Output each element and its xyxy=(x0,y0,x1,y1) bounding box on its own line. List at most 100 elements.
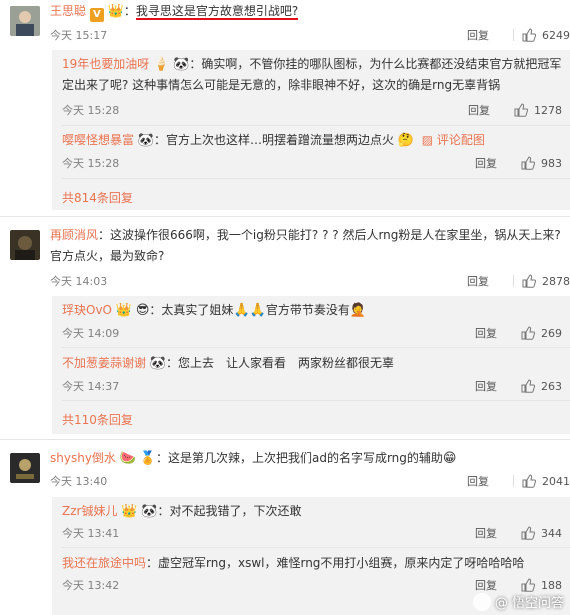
grin-emoji-icon: 😁 xyxy=(442,451,457,466)
view-pic-label: 评论配图 xyxy=(436,133,485,147)
vip-icon: 👑 xyxy=(107,4,124,19)
reply-time: 今天 14:37 xyxy=(62,380,120,393)
reply-username[interactable]: 19年也要加油呀 xyxy=(62,57,149,71)
like-button[interactable]: 188 xyxy=(521,578,562,592)
like-button[interactable]: 263 xyxy=(521,379,562,393)
reply-item: Zzr铖妹儿 👑 🐼：对不起我错了，下次还敢 今天 13:41 回复 344 xyxy=(62,504,562,540)
like-button[interactable]: 269 xyxy=(521,326,562,340)
reply-text: 虚空冠军rng，xswl，难怪rng不用打小组赛，原来内定了呀哈哈哈哈 xyxy=(158,556,525,570)
reply-time: 今天 13:42 xyxy=(62,579,120,592)
comment-body: 再顾消风：这波操作很666啊，我一个ig粉只能打? ? ? 然后人rng粉是人在… xyxy=(50,228,561,263)
reply-actions: 回复 188 xyxy=(475,577,562,593)
like-count: 344 xyxy=(541,526,562,540)
panda-emoji-icon: 🐼 xyxy=(137,133,155,148)
divider xyxy=(62,347,570,348)
watermark-text: @ 悟空问答 xyxy=(494,596,564,611)
reply-time: 今天 15:28 xyxy=(62,157,120,170)
facepalm-emoji-icon: 🤦 xyxy=(349,303,367,318)
like-button[interactable]: 2878 xyxy=(522,274,570,288)
comment-username[interactable]: 再顾消风 xyxy=(50,228,98,242)
like-count: 983 xyxy=(541,156,562,170)
divider xyxy=(62,178,570,179)
more-replies-link[interactable]: 共814条回复 xyxy=(62,189,133,206)
reply-button[interactable]: 回复 xyxy=(475,325,521,341)
reply-button[interactable]: 回复 xyxy=(467,473,513,489)
reply-button[interactable]: 回复 xyxy=(467,273,513,289)
sunglasses-emoji-icon: 😎 xyxy=(135,303,150,318)
divider xyxy=(62,400,570,401)
thumbs-up-icon xyxy=(521,156,535,170)
like-count: 188 xyxy=(541,578,562,592)
thumbs-up-icon xyxy=(522,274,536,288)
reply-text: 您上去 让人家看看 两家粉丝都很无辜 xyxy=(178,356,395,370)
thinking-emoji-icon: 🤔 xyxy=(397,133,415,148)
comment-username[interactable]: shyshy倒水 xyxy=(50,451,116,465)
divider xyxy=(62,125,570,126)
reply-username[interactable]: Zzr铖妹儿 xyxy=(62,504,117,518)
avatar[interactable] xyxy=(10,453,40,483)
avatar[interactable] xyxy=(10,230,40,260)
reply-button[interactable]: 回复 xyxy=(475,155,521,171)
avatar[interactable] xyxy=(10,6,40,36)
reply-button[interactable]: 回复 xyxy=(475,577,521,593)
divider xyxy=(513,275,514,287)
comment-actions: 回复 2041 xyxy=(467,473,570,489)
reply-item: 不加葱姜蒜谢谢 🐼：您上去 让人家看看 两家粉丝都很无辜 今天 14:37 回复… xyxy=(62,356,562,393)
reply-button[interactable]: 回复 xyxy=(468,102,514,118)
reply-username[interactable]: 嘤嘤怪想暴富 xyxy=(62,133,134,147)
comment-actions: 回复 2878 xyxy=(467,273,570,289)
reply-item: 我还在旅途中吗：虚空冠军rng，xswl，难怪rng不用打小组赛，原来内定了呀哈… xyxy=(62,556,562,592)
thumbs-up-icon xyxy=(521,379,535,393)
divider xyxy=(513,29,514,41)
vip-icon: 👑 xyxy=(115,303,133,318)
reply-text: 官方带节奏没有 xyxy=(265,303,350,317)
reply-username[interactable]: 不加葱姜蒜谢谢 xyxy=(62,356,146,370)
reply-time: 今天 14:09 xyxy=(62,327,120,340)
more-replies-link[interactable]: 共110条回复 xyxy=(62,411,133,428)
like-count: 1278 xyxy=(534,103,562,117)
like-button[interactable]: 983 xyxy=(521,156,562,170)
medal-icon: 🏅 xyxy=(139,451,156,466)
vip-icon: 👑 xyxy=(121,504,138,519)
reply-item: 19年也要加油呀 🍦 🐼：确实啊，不管你挂的哪队图标，为什么比赛都还没结束官方就… xyxy=(62,57,562,117)
image-icon: ▨ xyxy=(421,133,434,147)
wukong-logo-icon xyxy=(472,592,491,611)
comment-body: shyshy倒水 🍉 🏅：这是第几次辣，上次把我们ad的名字写成rng的辅助😁 xyxy=(50,451,457,466)
comment-actions: 回复 6249 xyxy=(467,27,570,43)
comment-username[interactable]: 王思聪 xyxy=(50,4,86,18)
pray-emoji-icon: 🙏🙏 xyxy=(233,303,266,318)
reply-item: 嘤嘤怪想暴富 🐼：官方上次也这样…明摆着蹭流量想两边点火 🤔 ▨ 评论配图 今天… xyxy=(62,133,562,170)
comment-time: 今天 13:40 xyxy=(50,475,108,488)
reply-username[interactable]: 琈玦OvO xyxy=(62,303,112,317)
like-count: 269 xyxy=(541,326,562,340)
reply-actions: 回复 1278 xyxy=(468,102,562,118)
thumbs-up-icon xyxy=(521,326,535,340)
reply-list: 19年也要加油呀 🍦 🐼：确实啊，不管你挂的哪队图标，为什么比赛都还没结束官方就… xyxy=(52,50,570,210)
icecream-emoji-icon: 🍦 xyxy=(153,57,170,72)
watermelon-emoji-icon: 🍉 xyxy=(119,451,136,466)
view-pic-link[interactable]: ▨ 评论配图 xyxy=(422,133,485,147)
thumbs-up-icon xyxy=(522,28,536,42)
like-button[interactable]: 2041 xyxy=(522,474,570,488)
reply-list: 琈玦OvO 👑 😎：太真实了姐妹🙏🙏官方带节奏没有🤦 今天 14:09 回复 2… xyxy=(52,296,570,434)
reply-text: 太真实了姐妹 xyxy=(161,303,234,317)
reply-time: 今天 13:41 xyxy=(62,527,120,540)
divider xyxy=(513,475,514,487)
reply-button[interactable]: 回复 xyxy=(475,378,521,394)
watermark: @ 悟空问答 xyxy=(472,592,564,611)
thumbs-up-icon xyxy=(514,103,528,117)
divider xyxy=(0,216,570,217)
reply-button[interactable]: 回复 xyxy=(475,525,521,541)
reply-item: 琈玦OvO 👑 😎：太真实了姐妹🙏🙏官方带节奏没有🤦 今天 14:09 回复 2… xyxy=(62,303,562,340)
like-button[interactable]: 6249 xyxy=(522,28,570,42)
reply-text: 官方上次也这样…明摆着蹭流量想两边点火 xyxy=(166,133,395,147)
reply-actions: 回复 344 xyxy=(475,525,562,541)
like-count: 263 xyxy=(541,379,562,393)
divider xyxy=(0,439,570,440)
reply-button[interactable]: 回复 xyxy=(467,27,513,43)
like-button[interactable]: 1278 xyxy=(514,103,562,117)
panda-emoji-icon: 🐼 xyxy=(149,356,167,371)
reply-username[interactable]: 我还在旅途中吗 xyxy=(62,556,146,570)
divider xyxy=(62,547,570,548)
like-button[interactable]: 344 xyxy=(521,526,562,540)
